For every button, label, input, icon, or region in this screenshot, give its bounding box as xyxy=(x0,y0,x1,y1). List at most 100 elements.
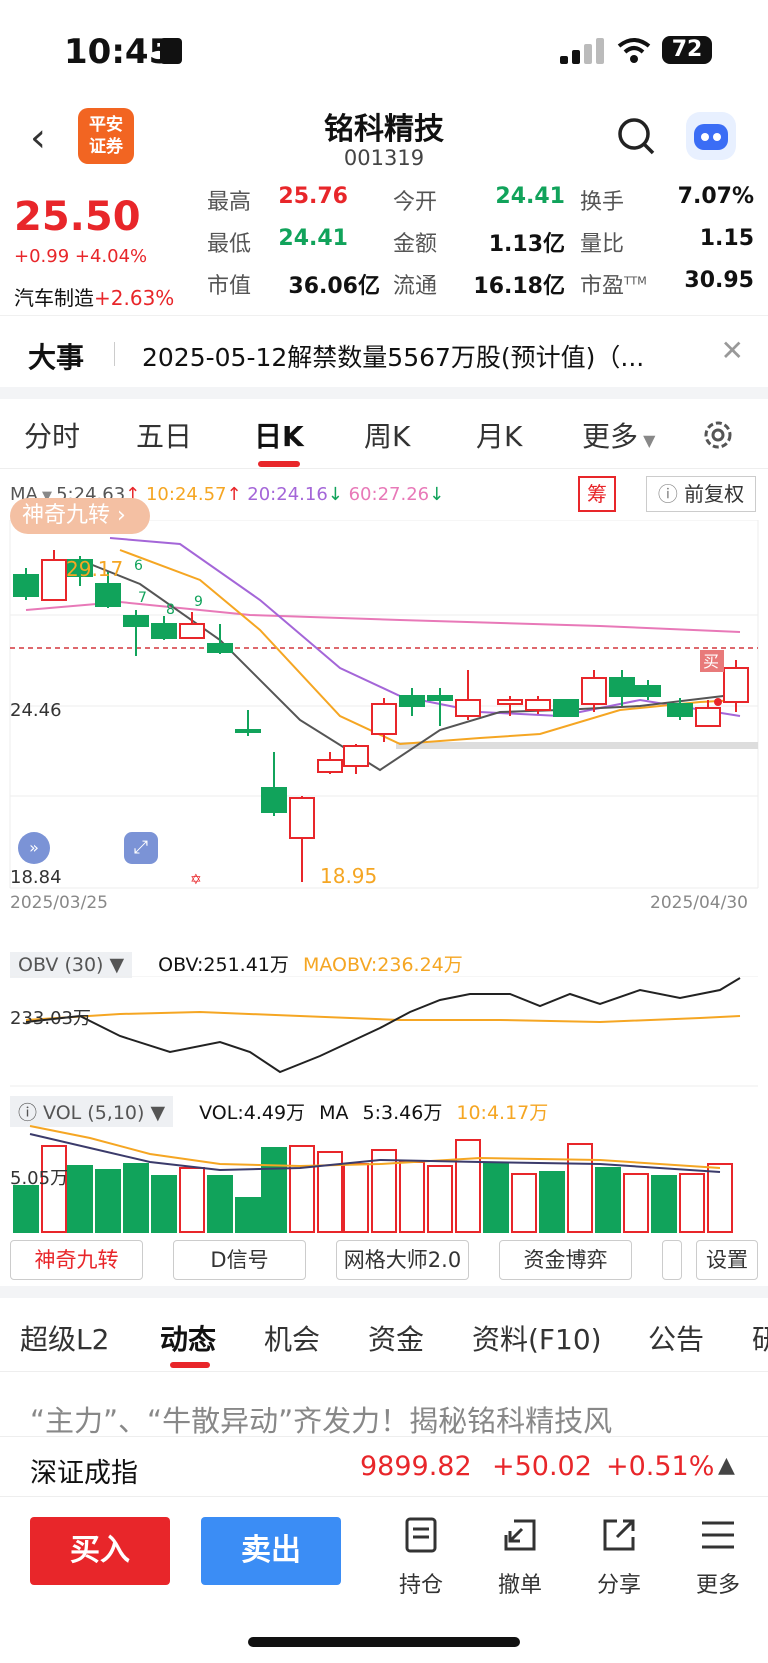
sell-button[interactable]: 卖出 xyxy=(201,1517,341,1585)
tab-opportunity[interactable]: 机会 xyxy=(264,1318,320,1358)
index-pct: +0.51% xyxy=(606,1451,715,1482)
status-bar: 10:45 72 xyxy=(0,0,768,100)
kline-chart-area[interactable]: MA ▼ 5:24.63↑ 10:24.57↑ 20:24.16↓ 60:27.… xyxy=(0,470,768,1250)
tab-weekly-k[interactable]: 周K xyxy=(364,415,410,455)
wifi-icon xyxy=(617,38,651,63)
volume-bar xyxy=(511,1173,537,1233)
share-button[interactable]: 分享 xyxy=(584,1515,654,1599)
volume-bar xyxy=(343,1163,369,1233)
obv-line xyxy=(25,977,741,1074)
event-banner[interactable]: 大事 2025-05-12解禁数量5567万股(预计值)（... ✕ xyxy=(0,315,768,387)
tab-super-l2[interactable]: 超级L2 xyxy=(20,1318,109,1358)
tool-magic-nine[interactable]: 神奇九转 xyxy=(10,1240,143,1280)
tab-capital[interactable]: 资金 xyxy=(368,1318,424,1358)
volume-bar xyxy=(289,1145,315,1233)
volume-bar xyxy=(13,1185,39,1233)
vol-ratio-label: 量比 xyxy=(580,232,625,257)
news-headline[interactable]: “主力”、“牛散异动”齐发力！揭秘铭科精技风 xyxy=(30,1398,768,1440)
volume-bar xyxy=(261,1147,287,1233)
quote-panel: 25.50 +0.99 +4.04% 汽车制造+2.63% 最高 25.76 今… xyxy=(0,180,768,315)
volume-bar xyxy=(399,1161,425,1233)
pe-label: 市盈TTM xyxy=(580,274,647,299)
candle-body xyxy=(635,685,661,697)
candle-body xyxy=(179,623,205,639)
candle-body xyxy=(151,623,177,639)
tab-more[interactable]: 更多 ▼ xyxy=(582,415,655,455)
vol-selector[interactable]: ⓘ VOL (5,10) ▼ xyxy=(10,1096,174,1127)
cellular-signal-icon xyxy=(560,38,604,64)
tool-settings[interactable]: 设置 xyxy=(696,1240,758,1280)
tab-daily-k[interactable]: 日K xyxy=(254,415,304,455)
candle-body xyxy=(235,729,261,733)
low-value: 24.41 xyxy=(278,226,348,251)
magic-nine-badge[interactable]: 神奇九转 › xyxy=(10,498,150,534)
fullscreen-icon[interactable]: ⤢ xyxy=(124,832,158,864)
buy-signal-text: 买 xyxy=(703,652,719,671)
chart-period-tabs: 分时 五日 日K 周K 月K 更多 ▼ xyxy=(0,399,768,469)
tab-underline xyxy=(170,1362,210,1368)
index-change: +50.02 xyxy=(492,1451,592,1482)
volume-bar xyxy=(455,1139,481,1233)
kline-chart: 24.46 18.84 18.95 29.17 6 7 8 9 买 2025/0… xyxy=(9,520,759,913)
buy-button[interactable]: 买入 xyxy=(30,1517,170,1585)
tab-research[interactable]: 研 xyxy=(752,1318,768,1358)
expand-left-icon[interactable]: » xyxy=(18,832,50,864)
tab-monthly-k[interactable]: 月K xyxy=(476,415,522,455)
settings-gear-icon[interactable] xyxy=(700,417,736,453)
stock-header: ‹ 平安 证券 铭科精技 001319 xyxy=(0,100,768,178)
clock: 10:45 xyxy=(64,32,173,72)
tool-d-signal[interactable]: D信号 xyxy=(173,1240,306,1280)
index-ticker[interactable]: 深证成指 9899.82 +50.02 +0.51% ▲ xyxy=(0,1436,768,1496)
more-button[interactable]: 更多 xyxy=(683,1515,753,1599)
indicator-toolbar: 神奇九转 D信号 网格大师2.0 资金博弈 设置 xyxy=(0,1240,768,1284)
document-icon xyxy=(405,1517,437,1553)
pe-value: 30.95 xyxy=(684,268,754,293)
vol-y-label: 5.05万 xyxy=(10,1168,68,1189)
candle-body xyxy=(261,787,287,813)
candle-body xyxy=(207,643,233,653)
cancel-order-button[interactable]: 撤单 xyxy=(485,1515,555,1599)
candle-body xyxy=(553,699,579,717)
obv-y-label: 233.03万 xyxy=(10,1008,91,1029)
volume-bar xyxy=(95,1169,121,1233)
seq-num: 9 xyxy=(194,594,203,610)
info-tabs: 超级L2 动态 机会 资金 资料(F10) 公告 研 xyxy=(0,1298,768,1372)
chevron-up-icon[interactable]: ▲ xyxy=(718,1453,735,1478)
tab-five-day[interactable]: 五日 xyxy=(136,415,192,455)
divider xyxy=(0,1286,768,1298)
undo-icon xyxy=(504,1519,536,1551)
tool-grid-master[interactable]: 网格大师2.0 xyxy=(336,1240,469,1280)
seq-num: 7 xyxy=(138,590,147,606)
volume-bar xyxy=(707,1163,733,1233)
close-icon[interactable]: ✕ xyxy=(721,334,744,367)
adjust-mode-button[interactable]: ⓘ 前复权 xyxy=(646,476,756,512)
tab-announcements[interactable]: 公告 xyxy=(648,1318,704,1358)
volume-bar xyxy=(67,1165,93,1233)
tool-capital-game[interactable]: 资金博弈 xyxy=(499,1240,632,1280)
open-value: 24.41 xyxy=(495,184,565,209)
tab-intraday[interactable]: 分时 xyxy=(24,415,80,455)
chip-distribution-button[interactable]: 筹 xyxy=(578,476,616,512)
volume-bar xyxy=(151,1175,177,1233)
volume-bar xyxy=(123,1163,149,1233)
hold-button[interactable]: 持仓 xyxy=(386,1515,456,1599)
ai-assistant-icon[interactable] xyxy=(686,112,736,160)
max-price-label: 29.17 xyxy=(66,557,123,581)
candle-body xyxy=(123,615,149,627)
obv-selector[interactable]: OBV (30) ▼ xyxy=(10,952,133,978)
tab-news-feed[interactable]: 动态 xyxy=(160,1318,216,1358)
star-icon: ✡ xyxy=(190,872,202,888)
vol-ratio-value: 1.15 xyxy=(699,226,754,251)
volume-bar xyxy=(595,1167,621,1233)
bottom-action-bar: 买入 卖出 持仓 撤单 分享 更多 xyxy=(0,1496,768,1663)
index-name: 深证成指 xyxy=(30,1458,138,1489)
y-label-mid: 24.46 xyxy=(10,700,62,721)
sector-info[interactable]: 汽车制造+2.63% xyxy=(14,282,174,311)
tab-f10[interactable]: 资料(F10) xyxy=(472,1318,602,1358)
search-icon[interactable] xyxy=(616,116,656,156)
volume-bar xyxy=(41,1145,67,1233)
volume-bar xyxy=(623,1173,649,1233)
candle-body xyxy=(723,667,749,703)
tool-partial[interactable] xyxy=(662,1240,682,1280)
amount-value: 1.13亿 xyxy=(488,232,565,257)
